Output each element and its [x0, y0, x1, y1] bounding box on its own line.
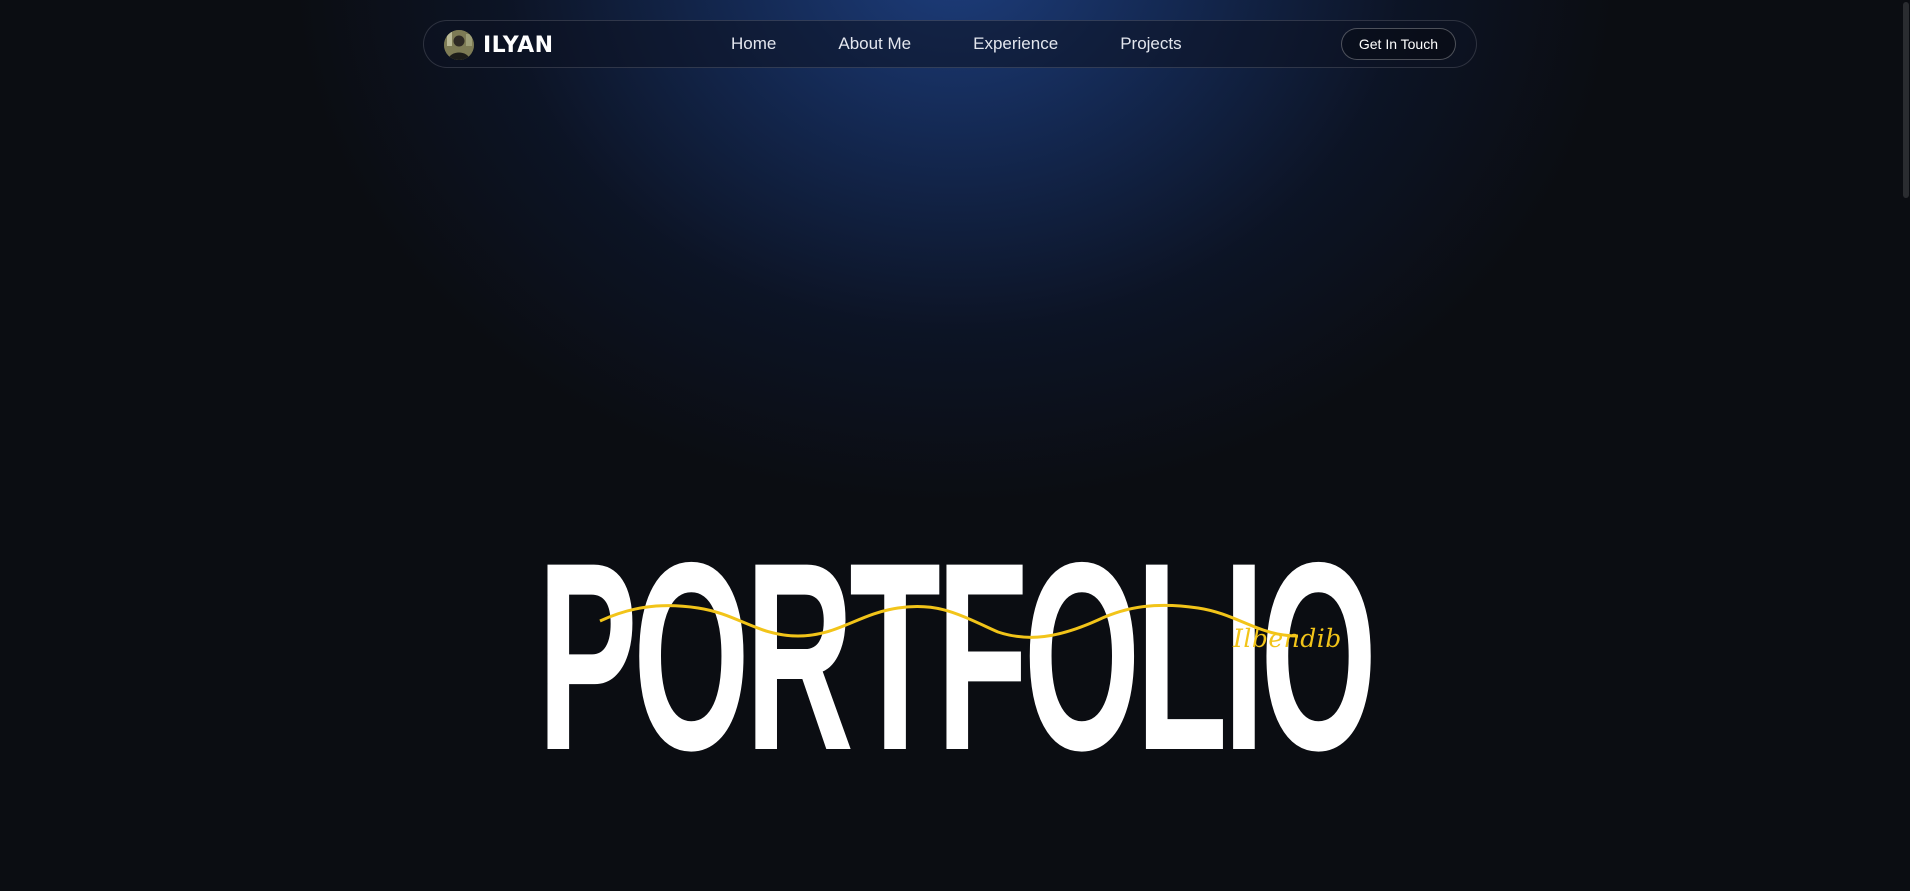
hero-title: PORTFOLIO — [537, 505, 1377, 806]
nav-link-about-me[interactable]: About Me — [838, 34, 911, 54]
top-navbar: ILYAN Home About Me Experience Projects … — [423, 20, 1477, 68]
user-photo-icon — [444, 30, 474, 60]
signature-text: Ilbendib — [1233, 624, 1342, 653]
get-in-touch-button[interactable]: Get In Touch — [1340, 28, 1456, 60]
nav-link-home[interactable]: Home — [731, 34, 776, 54]
nav-links: Home About Me Experience Projects — [731, 21, 1244, 67]
portfolio-page: ILYAN Home About Me Experience Projects … — [0, 0, 1910, 891]
nav-link-experience[interactable]: Experience — [973, 34, 1058, 54]
page-scrollbar[interactable] — [1900, 0, 1910, 891]
scrollbar-thumb[interactable] — [1903, 2, 1909, 198]
brand[interactable]: ILYAN — [444, 29, 554, 61]
nav-link-projects[interactable]: Projects — [1120, 34, 1181, 54]
brand-name: ILYAN — [483, 32, 554, 58]
wave-underline-decoration — [599, 603, 1299, 639]
